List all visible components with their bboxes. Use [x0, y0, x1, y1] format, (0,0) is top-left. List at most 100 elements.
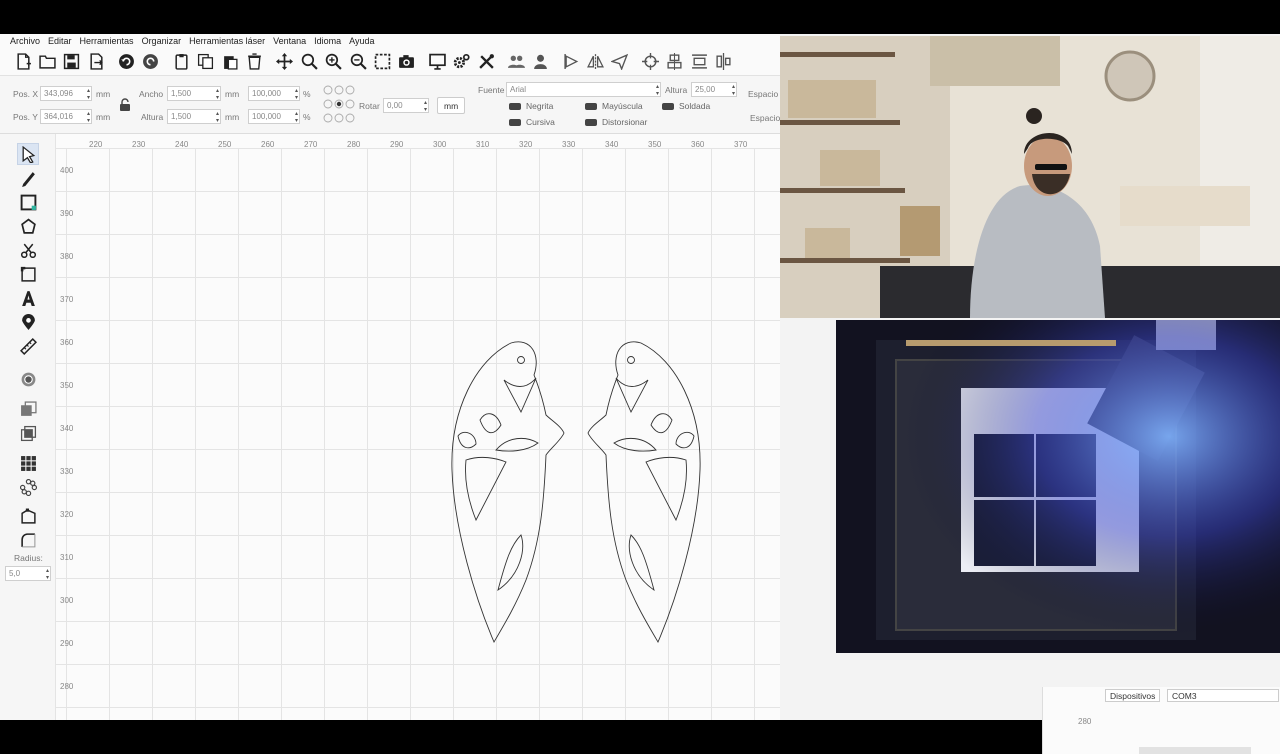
rectangle-tool-icon[interactable] — [17, 191, 39, 213]
anchor-selector[interactable] — [322, 84, 356, 124]
ruler-x-tick: 290 — [390, 140, 404, 149]
circular-array-icon[interactable] — [17, 476, 39, 498]
black-top-bar — [0, 0, 1280, 34]
uppercase-toggle[interactable]: Mayúscula — [585, 101, 643, 111]
pos-x-field[interactable]: 343,096 — [40, 86, 92, 101]
frame-tool-icon[interactable] — [17, 263, 39, 285]
pos-y-field[interactable]: 364,016 — [40, 109, 92, 124]
spacing-label-2: Espacio — [750, 113, 781, 123]
boolean-intersect-icon[interactable] — [17, 422, 39, 444]
mirror-icon[interactable] — [585, 51, 607, 73]
lock-icon[interactable] — [118, 98, 132, 112]
rotate-field[interactable]: 0,00 — [383, 98, 429, 113]
edit-nodes-icon[interactable] — [17, 505, 39, 527]
font-height-field[interactable]: 25,00 — [691, 82, 737, 97]
italic-toggle[interactable]: Cursiva — [509, 117, 555, 127]
align-vertical-icon[interactable] — [713, 51, 735, 73]
move-icon[interactable] — [274, 51, 296, 73]
paste-icon[interactable] — [219, 51, 241, 73]
height-percent-field[interactable]: 100,000 — [248, 109, 300, 124]
polygon-tool-icon[interactable] — [17, 215, 39, 237]
target-icon[interactable] — [639, 51, 661, 73]
bold-toggle[interactable]: Negrita — [509, 101, 553, 111]
align-left-icon[interactable] — [560, 51, 582, 73]
laser-camera-feed — [836, 320, 1280, 653]
toggle-switch — [585, 118, 597, 126]
zoom-minus-icon[interactable] — [347, 51, 369, 73]
menu-organizar[interactable]: Organizar — [138, 36, 186, 46]
redo-icon[interactable] — [140, 51, 162, 73]
cut-icon[interactable] — [170, 51, 192, 73]
menu-ayuda[interactable]: Ayuda — [345, 36, 378, 46]
design-canvas[interactable]: 220 230 240 250 260 270 280 290 300 310 … — [56, 134, 780, 720]
devices-tab[interactable]: Dispositivos — [1105, 689, 1161, 702]
ruler-x-tick: 280 — [347, 140, 361, 149]
ruler-x-tick: 240 — [175, 140, 189, 149]
measure-tool-icon[interactable] — [17, 335, 39, 357]
screen: Archivo Editar Herramientas Organizar He… — [0, 0, 1280, 754]
ruler-y-tick: 320 — [60, 510, 74, 519]
scissors-icon[interactable] — [17, 239, 39, 261]
menu-ventana[interactable]: Ventana — [269, 36, 310, 46]
ruler-x-tick: 310 — [476, 140, 490, 149]
radius-field[interactable]: 5,0 — [5, 566, 51, 581]
width-percent-field[interactable]: 100,000 — [248, 86, 300, 101]
ruler-x-tick: 330 — [562, 140, 576, 149]
ruler-y-tick: 280 — [1078, 717, 1092, 726]
save-icon[interactable] — [61, 51, 83, 73]
export-icon[interactable] — [85, 51, 107, 73]
webcam-feed — [780, 36, 1280, 318]
new-file-icon[interactable] — [12, 51, 34, 73]
text-tool-icon[interactable] — [17, 287, 39, 309]
group-icon[interactable] — [505, 51, 527, 73]
tools-icon[interactable] — [475, 51, 497, 73]
round-corners-icon[interactable] — [17, 529, 39, 551]
scrollbar[interactable] — [1139, 747, 1251, 754]
boolean-union-icon[interactable] — [17, 398, 39, 420]
units-button[interactable]: mm — [437, 97, 466, 114]
frame-icon[interactable] — [371, 51, 393, 73]
grid-array-icon[interactable] — [17, 452, 39, 474]
menu-idioma[interactable]: Idioma — [310, 36, 345, 46]
select-tool-icon[interactable] — [17, 143, 39, 165]
settings-icon[interactable] — [451, 51, 473, 73]
offset-tool-icon[interactable] — [17, 368, 39, 390]
delete-icon[interactable] — [244, 51, 266, 73]
menu-herramientas-laser[interactable]: Herramientas láser — [185, 36, 269, 46]
angel-wings-design[interactable] — [446, 340, 706, 650]
pos-x-label: Pos. X — [13, 89, 39, 99]
ruler-x-tick: 370 — [734, 140, 748, 149]
distribute-icon[interactable] — [688, 51, 710, 73]
width-field[interactable]: 1,500 — [167, 86, 221, 101]
vertical-ruler: 400 390 380 370 360 350 340 330 320 310 … — [56, 134, 76, 720]
weld-toggle[interactable]: Soldada — [662, 101, 710, 111]
copy-icon[interactable] — [195, 51, 217, 73]
camera-icon[interactable] — [396, 51, 418, 73]
align-center-icon[interactable] — [664, 51, 686, 73]
ruler-y-tick: 360 — [60, 338, 74, 347]
user-icon[interactable] — [530, 51, 552, 73]
horizontal-ruler: 220 230 240 250 260 270 280 290 300 310 … — [56, 134, 780, 149]
undo-icon[interactable] — [116, 51, 138, 73]
height-unit: mm — [225, 112, 240, 122]
port-select[interactable]: COM3 — [1167, 689, 1279, 702]
send-icon[interactable] — [609, 51, 631, 73]
menu-editar[interactable]: Editar — [44, 36, 76, 46]
menu-herramientas[interactable]: Herramientas — [76, 36, 138, 46]
monitor-icon[interactable] — [426, 51, 448, 73]
menu-archivo[interactable]: Archivo — [6, 36, 44, 46]
ruler-y-tick: 380 — [60, 252, 74, 261]
pen-tool-icon[interactable] — [17, 167, 39, 189]
open-folder-icon[interactable] — [36, 51, 58, 73]
zoom-plus-icon[interactable] — [323, 51, 345, 73]
width-unit: mm — [225, 89, 240, 99]
ruler-x-tick: 340 — [605, 140, 619, 149]
distort-toggle[interactable]: Distorsionar — [585, 117, 647, 127]
spacing-label: Espacio — [748, 89, 779, 99]
position-pin-icon[interactable] — [17, 311, 39, 333]
tools-panel: Radius: 5,0 — [0, 134, 56, 720]
weld-label: Soldada — [679, 101, 711, 111]
font-select[interactable]: Arial — [506, 82, 661, 97]
zoom-in-icon[interactable] — [298, 51, 320, 73]
height-field[interactable]: 1,500 — [167, 109, 221, 124]
